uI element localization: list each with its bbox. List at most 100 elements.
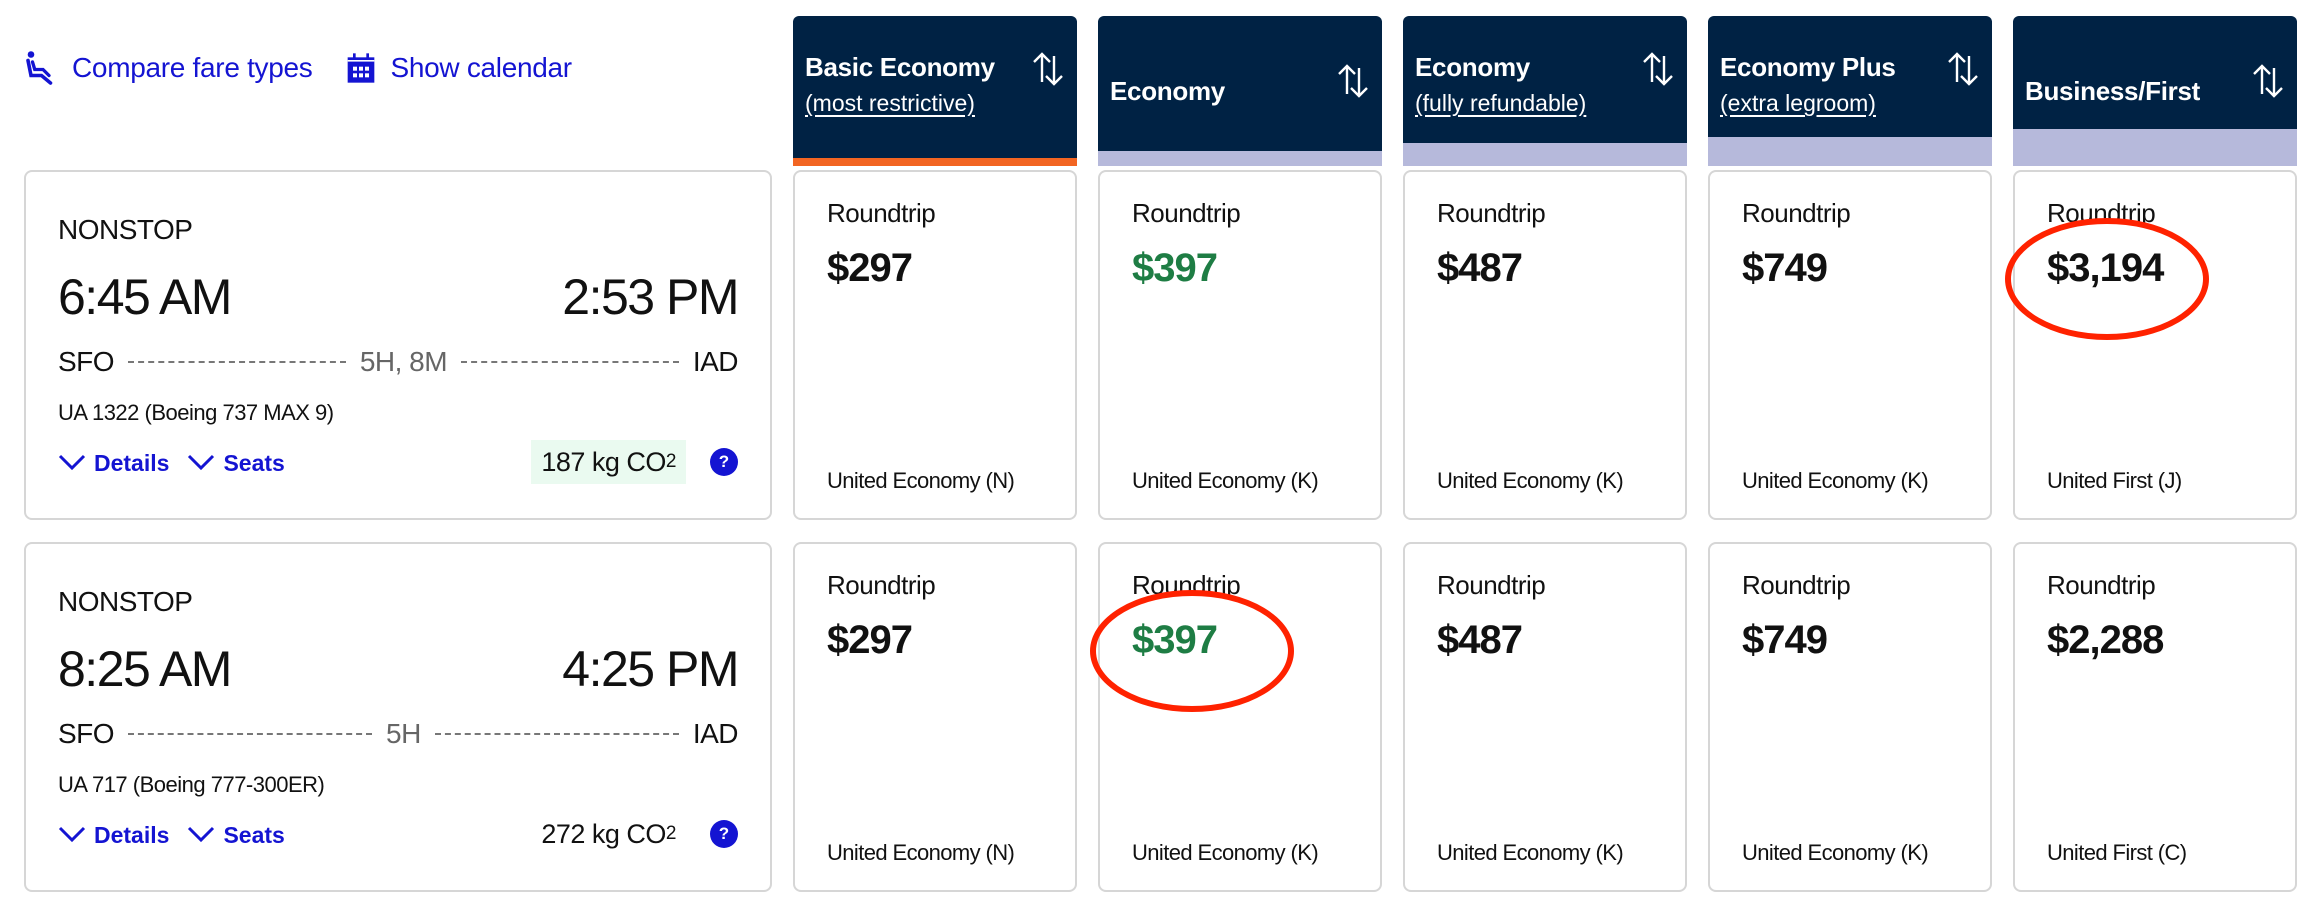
origin-airport: SFO (58, 718, 115, 749)
fare-class: United Economy (N) (827, 468, 1015, 493)
column-title: Economy Plus (1720, 52, 1896, 82)
fare-column-header[interactable]: Business/First (2013, 16, 2297, 166)
fare-column-header[interactable]: Economy (1098, 16, 1382, 166)
sort-icon[interactable] (1946, 48, 1980, 88)
fare-class: United First (C) (2047, 840, 2187, 865)
fare-cell[interactable]: Roundtrip $749 United Economy (K) (1708, 542, 1992, 892)
fare-price: $749 (1742, 618, 1828, 662)
show-calendar-label: Show calendar (390, 52, 573, 83)
route-dash (128, 361, 346, 363)
destination-airport: IAD (692, 346, 739, 377)
fare-cell[interactable]: Roundtrip $297 United Economy (N) (793, 170, 1077, 520)
fare-cell[interactable]: Roundtrip $397 United Economy (K) (1098, 170, 1382, 520)
help-icon[interactable]: ? (710, 820, 738, 848)
co2-value: 272 kg CO (541, 818, 666, 849)
fare-price: $397 (1132, 246, 1218, 290)
fare-cell[interactable]: Roundtrip $487 United Economy (K) (1403, 542, 1687, 892)
fare-column-header[interactable]: Economy (fully refundable) (1403, 16, 1687, 166)
trip-type-label: Roundtrip (827, 570, 936, 600)
fare-column-header[interactable]: Basic Economy (most restrictive) (793, 16, 1077, 166)
fare-price: $3,194 (2047, 246, 2164, 290)
fare-price: $297 (827, 618, 913, 662)
co2-subscript: 2 (665, 451, 677, 472)
co2-emissions: 272 kg CO 2 (531, 812, 686, 856)
destination-airport: IAD (692, 718, 739, 749)
details-toggle[interactable]: Details (58, 450, 169, 477)
stops-label: NONSTOP (58, 586, 193, 617)
calendar-icon (345, 52, 377, 84)
fare-cell[interactable]: Roundtrip $297 United Economy (N) (793, 542, 1077, 892)
flight-card: NONSTOP 8:25 AM 4:25 PM SFO 5H IAD UA 717 (Boe… (24, 542, 772, 892)
column-title: Economy (1415, 52, 1530, 82)
fare-class: United Economy (K) (1742, 468, 1929, 493)
seats-label: Seats (223, 822, 285, 848)
arrival-time: 2:53 PM (562, 269, 739, 325)
trip-type-label: Roundtrip (827, 198, 936, 228)
fare-cell[interactable]: Roundtrip $397 United Economy (K) (1098, 542, 1382, 892)
seats-toggle[interactable]: Seats (187, 450, 285, 477)
origin-airport: SFO (58, 346, 115, 377)
seat-icon (22, 50, 58, 86)
fare-class: United First (J) (2047, 468, 2182, 493)
column-subtitle-link[interactable]: (fully refundable) (1415, 90, 1586, 117)
fare-cell[interactable]: Roundtrip $487 United Economy (K) (1403, 170, 1687, 520)
flight-equipment: UA 717 (Boeing 777-300ER) (58, 772, 325, 797)
fare-class: United Economy (N) (827, 840, 1015, 865)
fare-price: $397 (1132, 618, 1218, 662)
chevron-down-icon (58, 822, 94, 849)
stops-label: NONSTOP (58, 214, 193, 245)
fare-cell[interactable]: Roundtrip $2,288 United First (C) (2013, 542, 2297, 892)
flight-actions: Details Seats (58, 450, 303, 477)
trip-type-label: Roundtrip (1132, 570, 1241, 600)
compare-fare-types-link[interactable]: Compare fare types (22, 50, 313, 86)
column-subtitle-link[interactable]: (most restrictive) (805, 90, 975, 117)
sort-icon[interactable] (2251, 60, 2285, 100)
column-subtitle-link[interactable]: (extra legroom) (1720, 90, 1876, 117)
seats-label: Seats (223, 450, 285, 476)
column-title: Business/First (2025, 76, 2200, 106)
trip-type-label: Roundtrip (1742, 198, 1851, 228)
trip-type-label: Roundtrip (2047, 570, 2156, 600)
details-toggle[interactable]: Details (58, 822, 169, 849)
show-calendar-link[interactable]: Show calendar (345, 52, 572, 84)
flight-duration: 5H, 8M (359, 346, 448, 377)
seats-toggle[interactable]: Seats (187, 822, 285, 849)
co2-emissions: 187 kg CO 2 (531, 440, 686, 484)
fare-price: $487 (1437, 246, 1523, 290)
co2-subscript: 2 (665, 823, 677, 844)
fare-cell[interactable]: Roundtrip $749 United Economy (K) (1708, 170, 1992, 520)
column-stripe (2013, 129, 2297, 166)
fare-class: United Economy (K) (1132, 468, 1319, 493)
chevron-down-icon (187, 450, 223, 477)
fare-class: United Economy (K) (1437, 468, 1624, 493)
column-stripe (1403, 143, 1687, 166)
fare-class: United Economy (K) (1132, 840, 1319, 865)
departure-time: 6:45 AM (58, 269, 232, 325)
sort-icon[interactable] (1641, 48, 1675, 88)
fare-price: $749 (1742, 246, 1828, 290)
fare-price: $2,288 (2047, 618, 2164, 662)
chevron-down-icon (58, 450, 94, 477)
fare-column-header[interactable]: Economy Plus (extra legroom) (1708, 16, 1992, 166)
route-dash (434, 733, 679, 735)
arrival-time: 4:25 PM (562, 641, 739, 697)
details-label: Details (94, 450, 170, 476)
flight-card: NONSTOP 6:45 AM 2:53 PM SFO 5H, 8M IAD UA 1322… (24, 170, 772, 520)
fare-price: $487 (1437, 618, 1523, 662)
fare-cell[interactable]: Roundtrip $3,194 United First (J) (2013, 170, 2297, 520)
fare-price: $297 (827, 246, 913, 290)
trip-type-label: Roundtrip (1437, 198, 1546, 228)
route-dash (461, 361, 679, 363)
sort-icon[interactable] (1336, 60, 1370, 100)
chevron-down-icon (187, 822, 223, 849)
route-dash (128, 733, 373, 735)
toolbar: Compare fare types Show calendar (22, 46, 604, 90)
flight-duration: 5H (386, 718, 421, 749)
flight-equipment: UA 1322 (Boeing 737 MAX 9) (58, 400, 334, 425)
route-line: SFO 5H IAD (58, 716, 739, 752)
sort-icon[interactable] (1031, 48, 1065, 88)
details-label: Details (94, 822, 170, 848)
column-stripe (1098, 151, 1382, 166)
help-icon[interactable]: ? (710, 448, 738, 476)
co2-value: 187 kg CO (541, 446, 666, 477)
